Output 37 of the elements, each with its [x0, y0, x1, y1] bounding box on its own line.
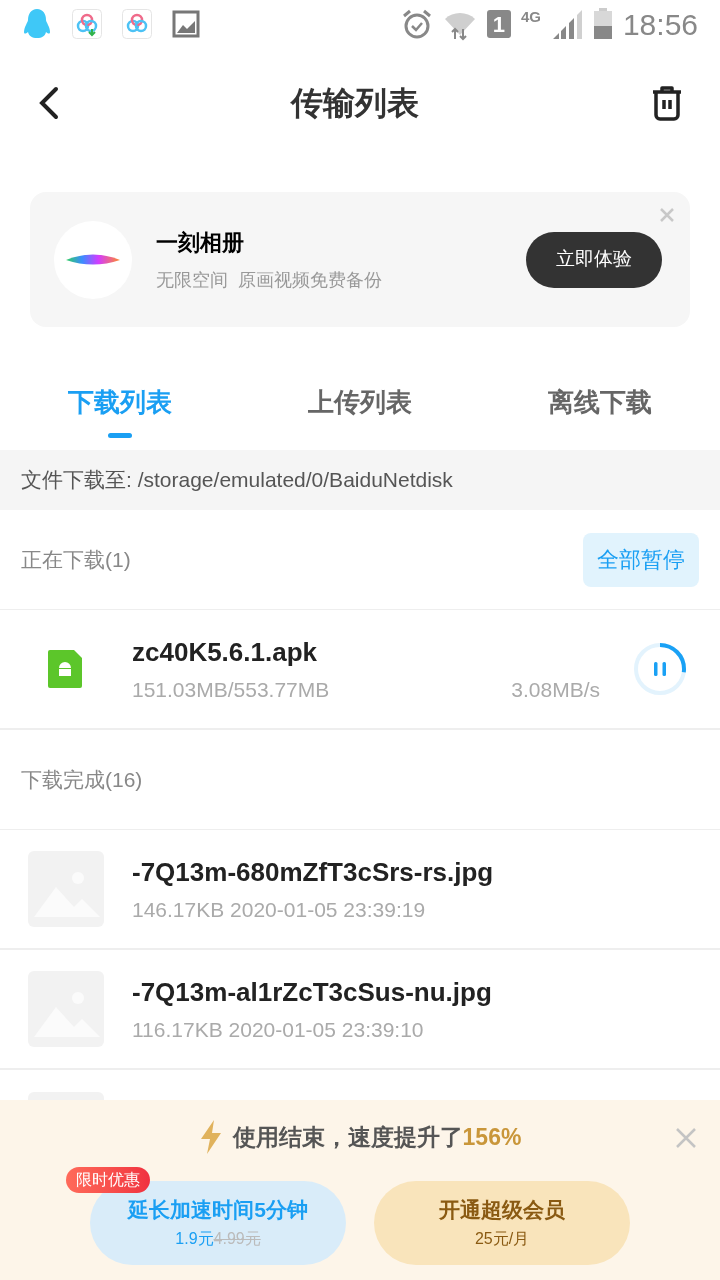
promo-subtitle: 无限空间 原画视频免费备份: [156, 268, 382, 292]
download-speed: 3.08MB/s: [511, 676, 600, 703]
file-name: zc40K5.6.1.apk: [132, 635, 318, 669]
sim-slot-indicator: 1: [486, 10, 511, 38]
alarm-icon: [400, 8, 433, 40]
page-title: 传输列表: [291, 84, 419, 123]
super-vip-button[interactable]: 开通超级会员 25元/月: [374, 1180, 630, 1265]
gallery-icon: [172, 10, 200, 38]
clock-time: 18:56: [622, 6, 698, 43]
battery-icon: [592, 8, 613, 40]
cloud-app-icon: [72, 9, 102, 39]
tab[interactable]: 离线下载: [480, 355, 720, 450]
file-details: 116.17KB 2020-01-05 23:39:10: [132, 1016, 425, 1043]
cloud-app-icon: [122, 9, 152, 39]
try-now-button[interactable]: 立即体验: [526, 231, 662, 288]
file-progress-size: 151.03MB/553.77MB: [132, 676, 330, 703]
promo-title: 一刻相册: [156, 228, 245, 257]
album-logo-icon: [54, 220, 132, 299]
close-icon[interactable]: [660, 208, 674, 222]
close-icon[interactable]: [676, 1128, 696, 1148]
pause-all-button[interactable]: 全部暂停: [583, 532, 699, 587]
path-bar: 文件下载至: /storage/emulated/0/BaiduNetdisk: [0, 450, 720, 510]
tab[interactable]: 下载列表: [0, 355, 240, 450]
pause-progress-button[interactable]: [632, 641, 688, 697]
tab[interactable]: 上传列表: [240, 355, 480, 450]
section-heading: 下载完成(16): [21, 766, 143, 793]
file-name: -7Q13m-al1rZcT3cSus-nu.jpg: [132, 975, 492, 1009]
file-name: -7Q13m-680mZfT3cSrs-rs.jpg: [132, 855, 494, 889]
section-heading: 正在下载(1): [21, 546, 131, 573]
android-file-icon: [48, 650, 82, 688]
network-type-label: 4G: [520, 6, 541, 27]
file-details: 146.17KB 2020-01-05 23:39:19: [132, 896, 427, 923]
limited-offer-badge: 限时优惠: [66, 1166, 150, 1193]
lightning-icon: [198, 1120, 223, 1155]
trash-icon[interactable]: [650, 85, 684, 121]
speed-boost-message: 使用结束，速度提升了156%: [232, 1123, 522, 1152]
penguin-icon: [22, 8, 52, 40]
